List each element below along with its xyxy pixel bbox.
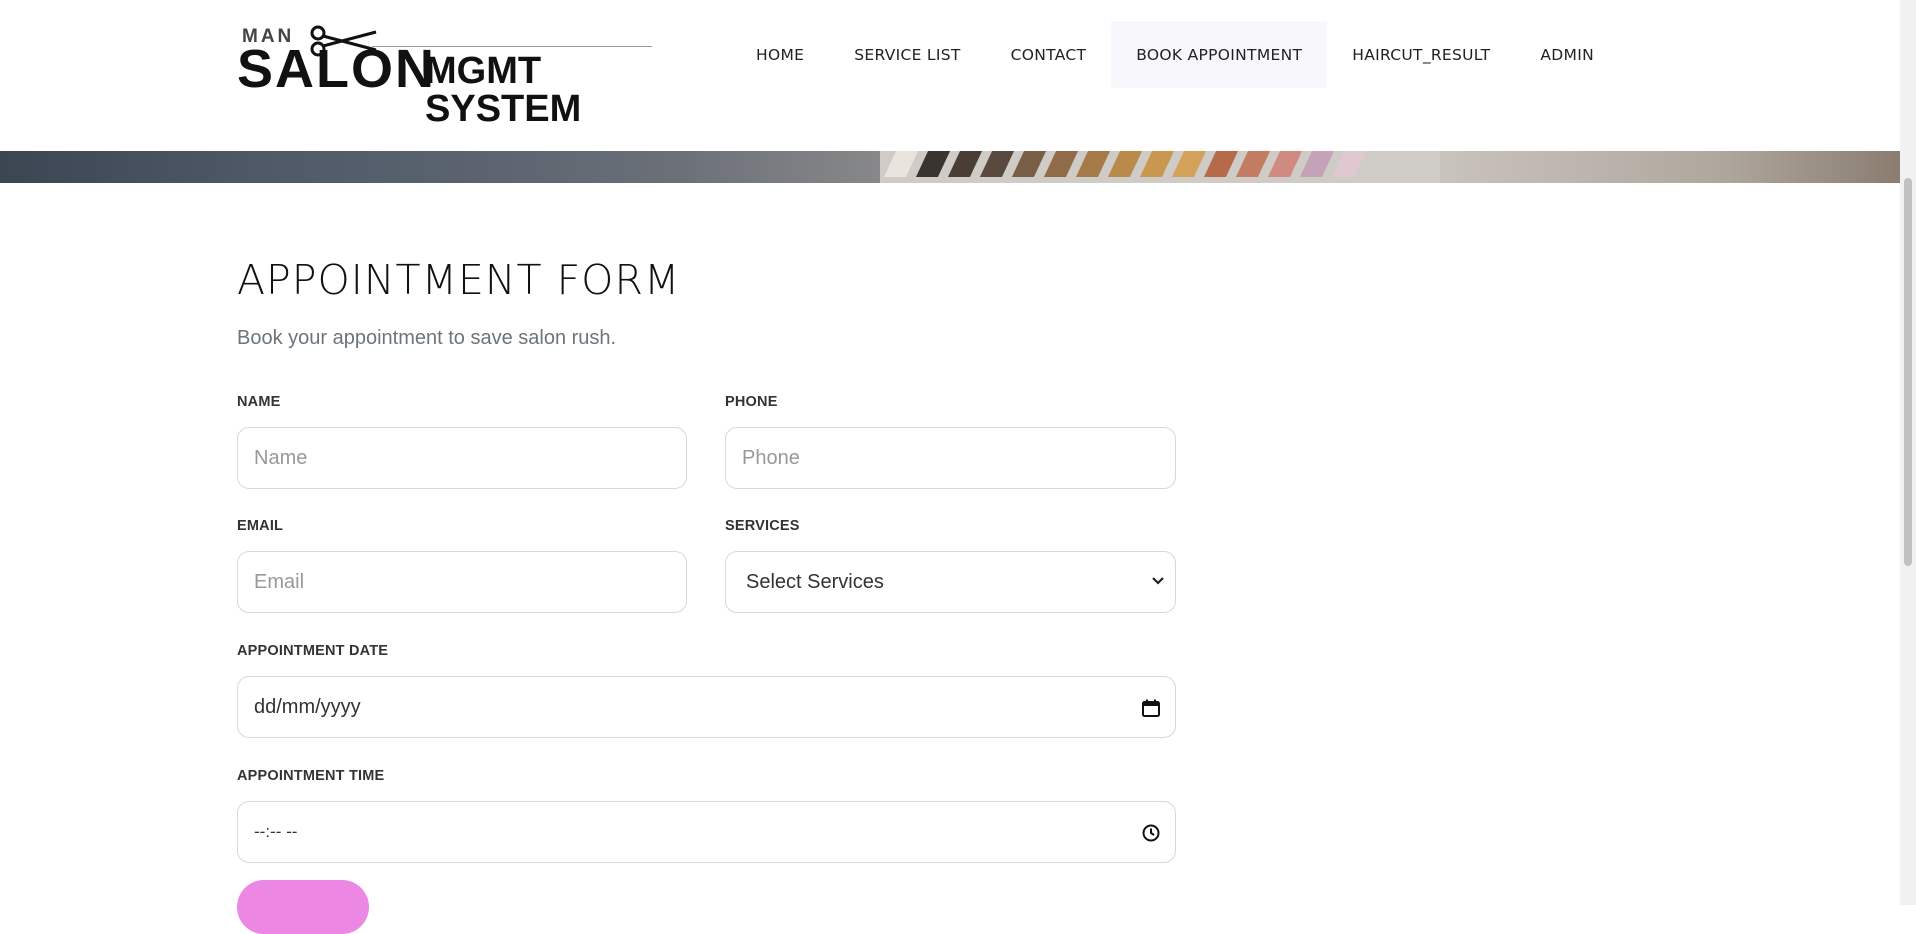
services-selected-value: Select Services	[746, 570, 884, 593]
nav-item-home[interactable]: HOME	[731, 21, 829, 88]
name-label: NAME	[237, 394, 281, 410]
email-placeholder: Email	[254, 570, 305, 593]
main-nav: HOME SERVICE LIST CONTACT BOOK APPOINTME…	[731, 21, 1619, 88]
chevron-down-icon	[1152, 577, 1164, 585]
nav-item-admin[interactable]: ADMIN	[1515, 21, 1619, 88]
appointment-date-input[interactable]: dd/mm/yyyy	[237, 676, 1176, 738]
phone-label: PHONE	[725, 394, 778, 410]
hero-image-right	[1440, 151, 1900, 183]
name-placeholder: Name	[254, 446, 308, 469]
clock-icon[interactable]	[1141, 823, 1161, 843]
date-placeholder: dd/mm/yyyy	[254, 695, 361, 718]
email-input[interactable]: Email	[237, 551, 687, 613]
email-label: EMAIL	[237, 518, 284, 534]
nav-item-service-list[interactable]: SERVICE LIST	[829, 21, 985, 88]
hair-color-swatches	[880, 151, 1450, 183]
time-label: APPOINTMENT TIME	[237, 768, 385, 784]
submit-button[interactable]	[237, 880, 369, 934]
logo-main-text: SALON	[237, 39, 436, 99]
calendar-icon[interactable]	[1141, 698, 1161, 718]
page-title: APPOINTMENT FORM	[237, 256, 681, 304]
site-header: MAN SALON MGMT SYSTEM HOME SERVICE LIST …	[0, 0, 1900, 151]
phone-placeholder: Phone	[742, 446, 800, 469]
phone-input[interactable]: Phone	[725, 427, 1176, 489]
nav-item-book-appointment[interactable]: BOOK APPOINTMENT	[1111, 21, 1328, 88]
date-label: APPOINTMENT DATE	[237, 643, 389, 659]
hero-image	[0, 151, 1900, 183]
time-placeholder: --:-- --	[254, 822, 298, 841]
page-subtitle: Book your appointment to save salon rush…	[237, 327, 617, 349]
logo-suffix-text: MGMT SYSTEM	[425, 50, 582, 130]
name-input[interactable]: Name	[237, 427, 687, 489]
scrollbar-thumb[interactable]	[1904, 178, 1912, 566]
nav-item-contact[interactable]: CONTACT	[986, 21, 1112, 88]
services-label: SERVICES	[725, 518, 800, 534]
site-logo[interactable]: MAN SALON MGMT SYSTEM	[237, 24, 707, 128]
services-select[interactable]: Select Services	[725, 551, 1176, 613]
page-scrollbar[interactable]	[1900, 0, 1916, 905]
nav-item-haircut-result[interactable]: HAIRCUT_RESULT	[1327, 21, 1515, 88]
appointment-time-input[interactable]: --:-- --	[237, 801, 1176, 863]
hero-image-left	[0, 151, 900, 183]
